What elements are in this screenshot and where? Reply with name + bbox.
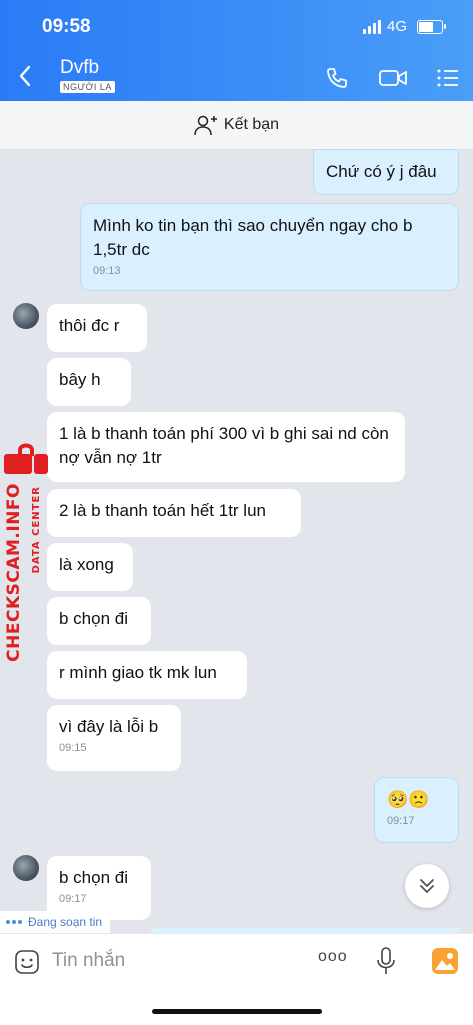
message-text: b chọn đi <box>59 868 128 887</box>
typing-text: Đang soạn tin <box>28 915 103 929</box>
scroll-to-bottom-button[interactable] <box>405 864 449 908</box>
chat-header: 09:58 4G Dvfb NGƯỜI LẠ <box>0 0 473 101</box>
message-bubble[interactable]: 2 là b thanh toán hết 1tr lun <box>47 489 301 537</box>
message-text: thôi đc r <box>59 316 120 335</box>
message-text: vì đây là lỗi b <box>59 717 159 736</box>
stranger-badge: NGƯỜI LẠ <box>60 81 115 93</box>
contact-name[interactable]: Dvfb <box>60 57 99 79</box>
back-arrow-icon[interactable] <box>14 62 38 90</box>
add-friend-button[interactable]: Kết bạn <box>0 101 473 150</box>
message-bubble[interactable]: 🥺🙁 09:17 <box>374 777 459 843</box>
message-text: b chọn đi <box>59 609 128 628</box>
message-bubble[interactable]: thôi đc r <box>47 304 147 352</box>
signal-icon <box>362 19 381 34</box>
lock-icon <box>4 443 48 474</box>
video-call-icon[interactable] <box>378 66 408 90</box>
message-bubble[interactable]: r mình giao tk mk lun <box>47 651 247 699</box>
watermark-text: CHECKSCAM.INFO <box>4 483 24 662</box>
status-indicators: 4G <box>362 18 446 35</box>
composer-bar: Tin nhắn ooo <box>0 933 473 1025</box>
message-bubble[interactable]: Mình ko tin bạn thì sao chuyển ngay cho … <box>80 203 459 291</box>
message-text: r mình giao tk mk lun <box>59 663 217 682</box>
message-time: 09:15 <box>59 742 87 754</box>
message-bubble[interactable]: bây h <box>47 358 131 406</box>
watermark-subtext: DATA CENTER <box>31 486 42 574</box>
message-text: Chứ có ý j đâu <box>326 162 437 181</box>
sticker-emoji-icon[interactable] <box>14 949 40 975</box>
message-input[interactable]: Tin nhắn <box>52 950 125 972</box>
menu-list-icon[interactable] <box>436 66 460 90</box>
message-text: 2 là b thanh toán hết 1tr lun <box>59 501 266 520</box>
message-time: 09:13 <box>93 265 121 277</box>
phone-call-icon[interactable] <box>325 66 349 90</box>
message-bubble[interactable]: b chọn đi <box>47 597 151 645</box>
network-type: 4G <box>386 18 407 35</box>
message-bubble[interactable]: Chứ có ý j đâu <box>313 149 459 195</box>
sender-avatar[interactable] <box>13 855 39 881</box>
image-gallery-icon[interactable] <box>431 947 459 975</box>
sender-avatar[interactable] <box>13 303 39 329</box>
add-user-icon <box>194 115 217 136</box>
message-text: là xong <box>59 555 114 574</box>
add-friend-label: Kết bạn <box>223 116 280 133</box>
home-indicator <box>152 1009 322 1014</box>
double-chevron-down-icon <box>420 879 434 893</box>
status-time: 09:58 <box>42 16 91 37</box>
emoji-message: 🥺🙁 <box>387 790 430 809</box>
microphone-icon[interactable] <box>376 946 396 976</box>
message-bubble[interactable]: 1 là b thanh toán phí 300 vì b ghi sai n… <box>47 412 405 482</box>
more-options-icon[interactable]: ooo <box>318 948 348 966</box>
message-text: bây h <box>59 370 101 389</box>
message-bubble[interactable]: là xong <box>47 543 133 591</box>
battery-icon <box>417 19 446 34</box>
message-time: 09:17 <box>387 815 415 827</box>
typing-dots-icon <box>6 920 22 924</box>
message-time: 09:17 <box>59 893 87 905</box>
typing-indicator: Đang soạn tin <box>0 911 111 933</box>
message-text: Mình ko tin bạn thì sao chuyển ngay cho … <box>93 216 413 259</box>
message-text: 1 là b thanh toán phí 300 vì b ghi sai n… <box>59 424 389 467</box>
message-bubble[interactable]: vì đây là lỗi b 09:15 <box>47 705 181 771</box>
